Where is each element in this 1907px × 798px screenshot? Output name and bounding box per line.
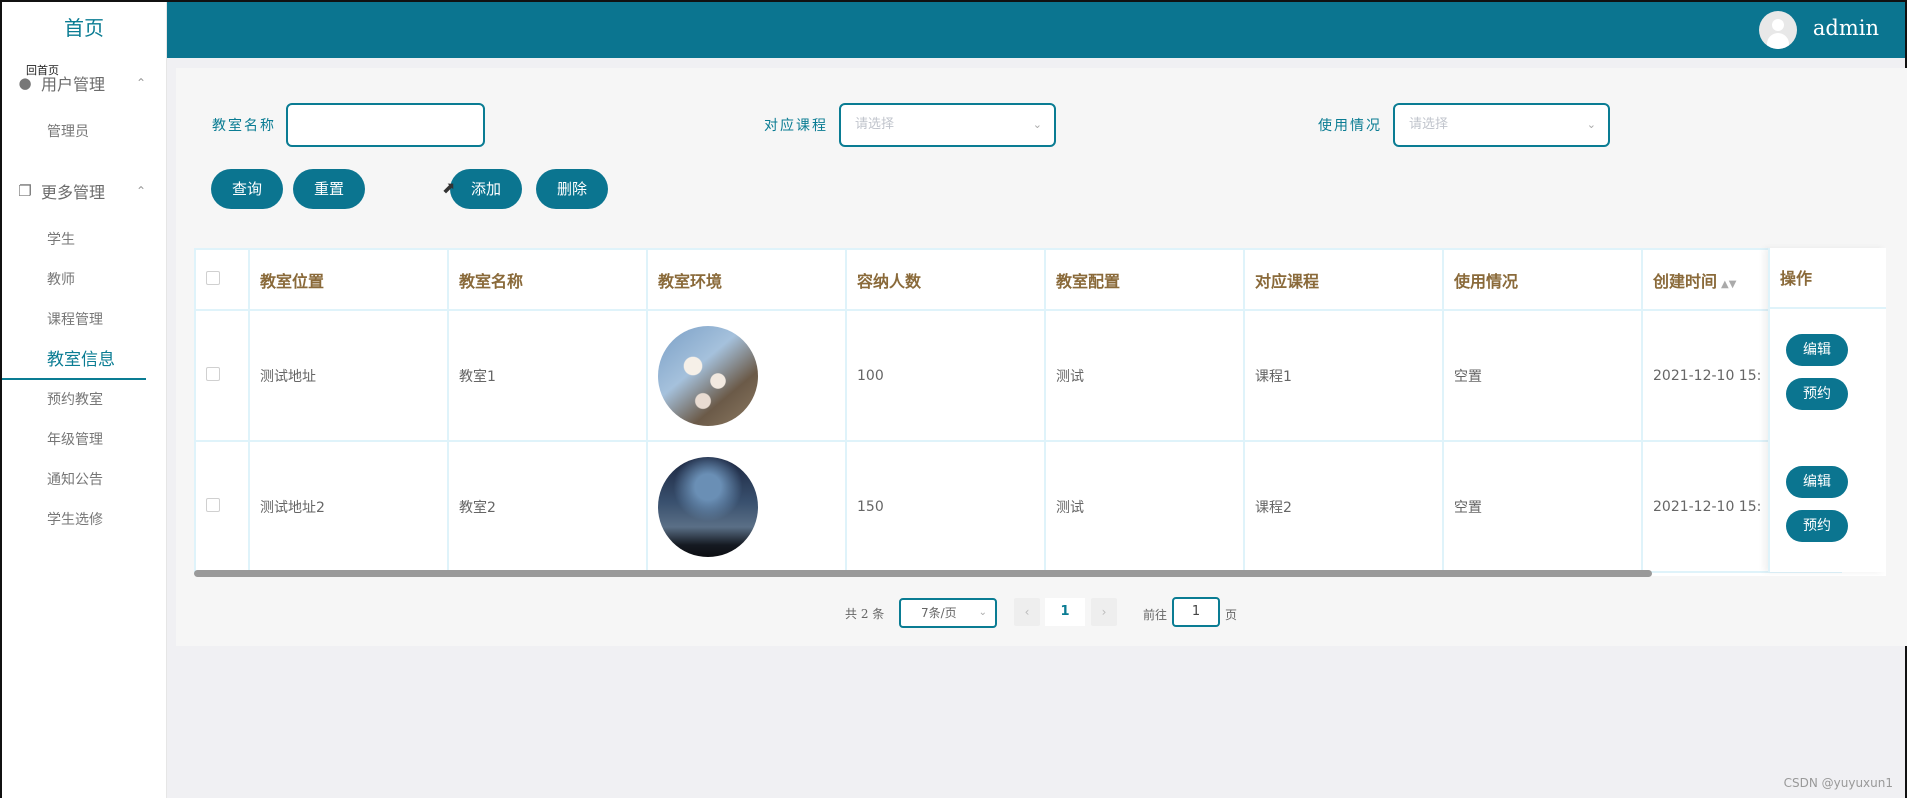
home-tooltip-text: 回首页 (26, 64, 59, 77)
sidebar: 首页 回首页 ● 用户管理 ⌃ 管理员 ❐ 更多管理 ⌃ 学生 教师 课程管理 … (2, 2, 167, 798)
watermark: CSDN @yuyuxun1 (1783, 776, 1893, 790)
cell-course: 课程2 (1243, 440, 1444, 573)
goto-label: 前往 (1143, 608, 1168, 622)
sidebar-item-admin[interactable]: 管理员 (2, 112, 166, 152)
classroom-name-label: 教室名称 (212, 118, 276, 134)
sort-icon[interactable]: ▲▼ (1721, 279, 1736, 290)
column-header: 使用情况 (1442, 248, 1643, 311)
sidebar-item-students[interactable]: 学生 (2, 220, 166, 260)
classroom-photo[interactable] (658, 456, 758, 557)
row-select-cell (194, 440, 250, 573)
cell-usage: 空置 (1442, 309, 1643, 442)
prev-page-button[interactable]: ‹ (1014, 598, 1040, 626)
usage-label: 使用情况 (1318, 118, 1382, 134)
avatar[interactable] (1759, 11, 1797, 49)
usage-select[interactable]: 请选择 ⌄ (1393, 103, 1610, 147)
top-header: admin (167, 2, 1905, 58)
data-table: 教室位置 教室名称 教室环境 容纳人数 教室配置 对应课程 使用情况 创建时间 ▲… (194, 248, 1842, 573)
goto-page-input[interactable]: 1 (1172, 597, 1220, 627)
column-header: 对应课程 (1243, 248, 1444, 311)
cell-usage: 空置 (1442, 440, 1643, 573)
column-header: 容纳人数 (845, 248, 1046, 311)
cell-config: 测试 (1044, 309, 1245, 442)
delete-button[interactable]: 删除 (536, 169, 608, 209)
pagination-total: 共 2 条 (845, 607, 885, 621)
row-checkbox[interactable] (206, 366, 220, 381)
edit-button[interactable]: 编辑 (1786, 466, 1848, 498)
cell-environment (646, 440, 847, 573)
operations-fixed-column: 操作 编辑 预约 编辑 预约 (1768, 248, 1886, 572)
sidebar-group-user-management[interactable]: 回首页 ● 用户管理 ⌃ (2, 54, 166, 112)
page-number-current[interactable]: 1 (1045, 598, 1085, 626)
select-all-cell (194, 248, 250, 311)
add-button[interactable]: 添加 (450, 169, 522, 209)
table-header-row: 教室位置 教室名称 教室环境 容纳人数 教室配置 对应课程 使用情况 创建时间 ▲… (194, 248, 1842, 311)
course-label: 对应课程 (764, 118, 828, 134)
chevron-up-icon: ⌃ (135, 76, 146, 90)
horizontal-scrollbar[interactable] (194, 570, 1652, 577)
cell-environment (646, 309, 847, 442)
cell-config: 测试 (1044, 440, 1245, 573)
course-select[interactable]: 请选择 ⌄ (839, 103, 1056, 147)
row-checkbox[interactable] (206, 497, 220, 512)
sidebar-item-teachers[interactable]: 教师 (2, 260, 166, 300)
row-select-cell (194, 309, 250, 442)
edit-button[interactable]: 编辑 (1786, 334, 1848, 366)
column-header: 教室名称 (447, 248, 648, 311)
mouse-cursor-icon: ⬈ (442, 178, 456, 197)
reset-button[interactable]: 重置 (293, 169, 365, 209)
cell-location: 测试地址2 (248, 440, 449, 573)
chevron-down-icon: ⌄ (1032, 118, 1042, 131)
usage-select-placeholder: 请选择 (1409, 117, 1449, 132)
sidebar-item-course-management[interactable]: 课程管理 (2, 300, 166, 340)
cell-capacity: 150 (845, 440, 1046, 573)
page-size-value: 7条/页 (921, 606, 957, 620)
username[interactable]: admin (1813, 16, 1879, 40)
cell-capacity: 100 (845, 309, 1046, 442)
copy-icon: ❐ (18, 182, 32, 200)
table-row: 测试地址2 教室2 150 测试 课程2 空置 2021-12-10 15: (194, 440, 1842, 573)
cell-location: 测试地址 (248, 309, 449, 442)
table-row: 测试地址 教室1 100 测试 课程1 空置 2021-12-10 15: (194, 309, 1842, 442)
sidebar-item-announcements[interactable]: 通知公告 (2, 460, 166, 500)
classroom-photo[interactable] (658, 325, 758, 426)
page-unit-label: 页 (1225, 608, 1238, 622)
sidebar-item-grade-management[interactable]: 年级管理 (2, 420, 166, 460)
cell-name: 教室2 (447, 440, 648, 573)
chevron-down-icon: ⌄ (1586, 118, 1596, 131)
chevron-up-icon: ⌃ (135, 184, 146, 198)
page-size-select[interactable]: 7条/页 ⌄ (899, 598, 997, 628)
sidebar-item-student-electives[interactable]: 学生选修 (2, 500, 166, 540)
classroom-name-input[interactable] (286, 103, 485, 147)
book-button[interactable]: 预约 (1786, 510, 1848, 542)
course-select-placeholder: 请选择 (855, 117, 895, 132)
column-header-operations: 操作 (1770, 248, 1886, 309)
sidebar-item-classroom-info[interactable]: 教室信息 (2, 340, 166, 380)
next-page-button[interactable]: › (1091, 598, 1117, 626)
sidebar-group-more-management[interactable]: ❐ 更多管理 ⌃ (2, 162, 166, 220)
column-header: 教室环境 (646, 248, 847, 311)
book-button[interactable]: 预约 (1786, 378, 1848, 410)
sidebar-item-book-classroom[interactable]: 预约教室 (2, 380, 166, 420)
classroom-table: 教室位置 教室名称 教室环境 容纳人数 教室配置 对应课程 使用情况 创建时间 ▲… (194, 248, 1886, 576)
app-window: 首页 回首页 ● 用户管理 ⌃ 管理员 ❐ 更多管理 ⌃ 学生 教师 课程管理 … (0, 0, 1907, 798)
cell-name: 教室1 (447, 309, 648, 442)
column-header: 教室位置 (248, 248, 449, 311)
column-header-label: 创建时间 (1653, 271, 1718, 291)
cell-course: 课程1 (1243, 309, 1444, 442)
sidebar-home-link[interactable]: 首页 (2, 2, 166, 54)
chevron-down-icon: ⌄ (978, 607, 987, 618)
sidebar-group-label: 更多管理 (41, 183, 106, 202)
select-all-checkbox[interactable] (206, 271, 220, 285)
column-header: 教室配置 (1044, 248, 1245, 311)
query-button[interactable]: 查询 (211, 169, 283, 209)
